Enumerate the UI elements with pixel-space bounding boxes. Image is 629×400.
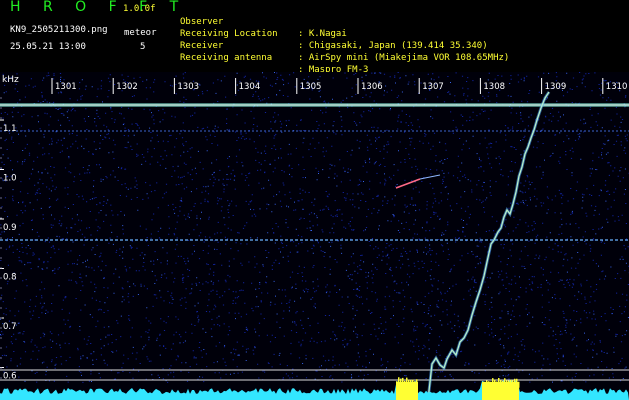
info-row-receiver: Receiver : AirSpy mini (Miakejima VOR 10… <box>180 28 509 63</box>
x-tick-label: 1307 <box>422 82 444 92</box>
meteor-label: meteor <box>124 28 157 38</box>
x-tick-label: 1303 <box>177 82 199 92</box>
info-row-location: Receiving Location : Chigasaki, Japan (1… <box>180 16 488 51</box>
app-version: 1.0.0f <box>123 4 156 14</box>
app-title: H R O F F T <box>10 0 188 15</box>
y-tick-label: 0.7 <box>3 322 17 332</box>
meteor-count: 5 <box>140 42 146 52</box>
y-tick-label: 0.6 <box>3 372 17 382</box>
header-panel: H R O F F T 1.0.0f KN9_2505211300.png me… <box>0 0 629 75</box>
x-tick-label: 1306 <box>361 82 383 92</box>
x-tick-label: 1308 <box>483 82 505 92</box>
y-axis-unit: kHz <box>2 75 19 85</box>
x-tick-label: 1302 <box>116 82 138 92</box>
info-key: Receiving antenna <box>180 53 273 63</box>
y-tick-label: 1.1 <box>3 124 17 134</box>
info-row-antenna: Receiving antenna : Maspro FM-3 <box>180 40 368 75</box>
info-row-observer: Observer : K.Nagai <box>180 4 347 39</box>
info-value: : K.Nagai <box>298 29 347 39</box>
y-tick-label: 0.9 <box>3 223 17 233</box>
x-tick-label: 1304 <box>239 82 261 92</box>
spectrogram: kHz 1301 1302 1303 1304 1305 1306 1307 1308 1309 1… <box>0 72 629 400</box>
info-value: : AirSpy mini (Miakejima VOR 108.65MHz) <box>298 53 510 63</box>
spectrogram-background <box>0 72 629 400</box>
station-info: Observer : K.Nagai Receiving Location : … <box>180 4 509 75</box>
x-tick-label: 1309 <box>545 82 567 92</box>
file-name: KN9_2505211300.png <box>10 25 108 35</box>
x-tick-label: 1310 <box>606 82 628 92</box>
y-tick-label: 1.0 <box>3 174 17 184</box>
x-tick-label: 1305 <box>300 82 322 92</box>
y-tick-label: 0.8 <box>3 273 17 283</box>
spectrogram-panel: kHz 1301 1302 1303 1304 1305 1306 1307 1308 1309 1… <box>0 72 629 400</box>
date-time: 25.05.21 13:00 <box>10 42 86 52</box>
info-value: : Chigasaki, Japan (139.414 35.340) <box>298 41 488 51</box>
x-tick-label: 1301 <box>55 82 77 92</box>
